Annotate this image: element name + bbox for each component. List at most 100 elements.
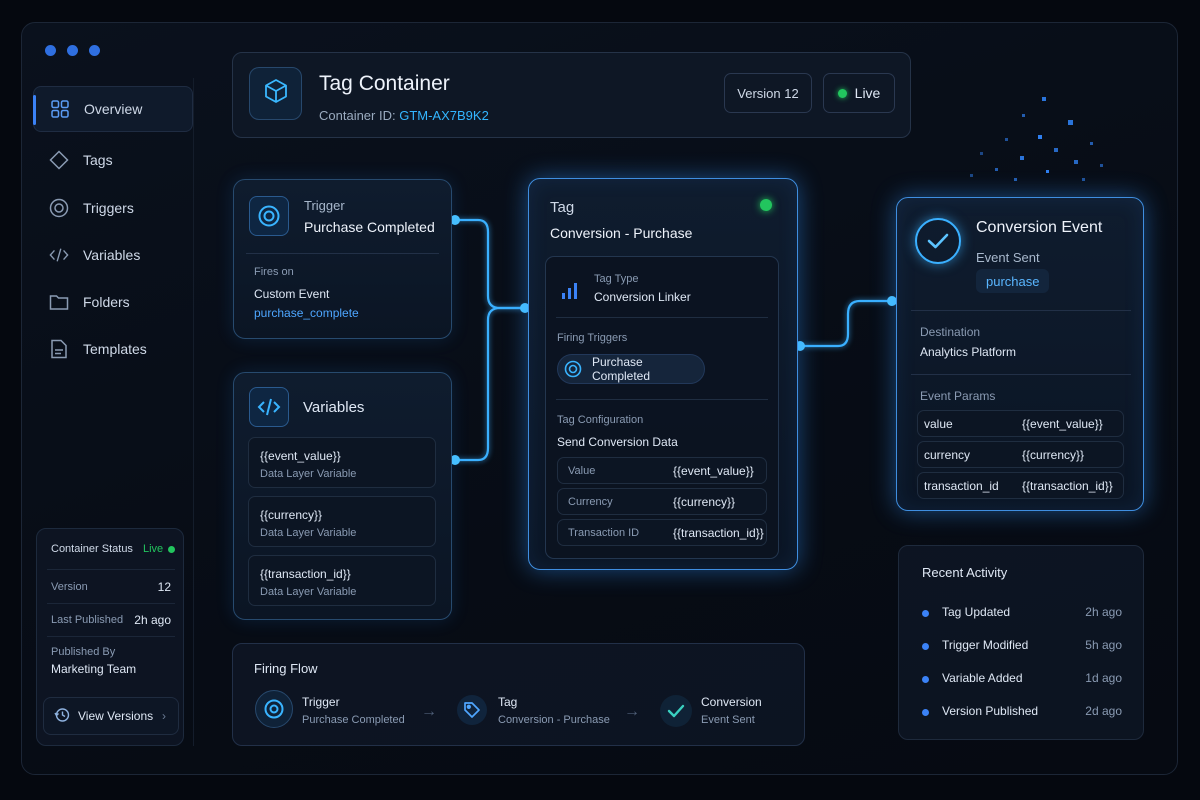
flow-step-title: Trigger bbox=[302, 695, 340, 709]
fires-on-value: Custom Event bbox=[254, 287, 330, 301]
live-status-badge[interactable]: Live bbox=[823, 73, 895, 113]
tag-details-panel: Tag Type Conversion Linker Firing Trigge… bbox=[545, 256, 779, 559]
divider bbox=[911, 374, 1131, 375]
variable-name: {{event_value}} bbox=[260, 449, 341, 463]
version-value: 12 bbox=[157, 580, 171, 594]
conversion-event-card[interactable]: Conversion Event Event Sent purchase Des… bbox=[896, 197, 1144, 511]
target-icon bbox=[249, 196, 289, 236]
container-id: Container ID: GTM-AX7B9K2 bbox=[319, 108, 489, 123]
flow-step-sub: Conversion - Purchase bbox=[498, 714, 610, 726]
param-key: Transaction ID bbox=[568, 527, 640, 539]
activity-label: Tag Updated bbox=[942, 605, 1011, 619]
event-param-row: value {{event_value}} bbox=[917, 410, 1124, 437]
status-live-text: Live bbox=[143, 543, 164, 555]
conversion-title: Conversion Event bbox=[976, 219, 1103, 236]
cube-icon bbox=[262, 77, 290, 110]
divider bbox=[246, 253, 439, 254]
target-icon bbox=[49, 198, 69, 218]
window-dot-1[interactable] bbox=[45, 45, 56, 56]
version-badge[interactable]: Version 12 bbox=[724, 73, 812, 113]
activity-item[interactable]: Tag Updated 2h ago bbox=[922, 605, 1122, 623]
divider bbox=[556, 399, 768, 400]
sidebar-item-folders[interactable]: Folders bbox=[33, 279, 193, 325]
firing-triggers-label: Firing Triggers bbox=[557, 332, 628, 344]
container-status-panel: Container Status Live Version 12 Last Pu… bbox=[36, 528, 184, 746]
variable-item[interactable]: {{event_value}} Data Layer Variable bbox=[248, 437, 436, 488]
tag-param-row: Transaction ID {{transaction_id}} bbox=[557, 519, 767, 546]
page-title: Tag Container bbox=[319, 72, 450, 95]
view-versions-button[interactable]: View Versions › bbox=[43, 697, 179, 735]
tag-type-value: Conversion Linker bbox=[594, 290, 691, 304]
activity-label: Variable Added bbox=[942, 671, 1023, 685]
last-published-label: Last Published bbox=[51, 614, 124, 626]
trigger-name: Purchase Completed bbox=[304, 219, 435, 235]
recent-activity-panel: Recent Activity Tag Updated 2h ago Trigg… bbox=[898, 545, 1144, 740]
event-chip[interactable]: purchase bbox=[976, 269, 1050, 293]
event-param-row: transaction_id {{transaction_id}} bbox=[917, 472, 1124, 499]
variable-item[interactable]: {{currency}} Data Layer Variable bbox=[248, 496, 436, 547]
status-live-badge: Live bbox=[143, 543, 176, 555]
activity-time: 5h ago bbox=[1085, 638, 1122, 652]
flow-step-title: Conversion bbox=[701, 695, 762, 709]
firing-flow-title: Firing Flow bbox=[254, 661, 318, 676]
firing-trigger-chip[interactable]: Purchase Completed bbox=[557, 354, 705, 384]
target-icon bbox=[255, 690, 293, 728]
tag-param-row: Value {{event_value}} bbox=[557, 457, 767, 484]
param-key: Value bbox=[568, 465, 596, 477]
param-key: Currency bbox=[568, 496, 613, 508]
sidebar-item-tags[interactable]: Tags bbox=[33, 137, 193, 183]
variable-name: {{transaction_id}} bbox=[260, 567, 351, 581]
tag-card[interactable]: Tag Conversion - Purchase Tag Type Conve… bbox=[528, 178, 798, 570]
sidebar-item-label: Variables bbox=[83, 247, 141, 263]
bar-chart-icon bbox=[560, 281, 580, 306]
variables-title: Variables bbox=[303, 399, 365, 416]
divider bbox=[47, 603, 175, 604]
activity-time: 1d ago bbox=[1085, 671, 1122, 685]
activity-item[interactable]: Version Published 2d ago bbox=[922, 704, 1122, 722]
sidebar-item-triggers[interactable]: Triggers bbox=[33, 185, 193, 231]
destination-value: Analytics Platform bbox=[920, 345, 1017, 359]
sidebar-item-templates[interactable]: Templates bbox=[33, 326, 193, 372]
window-dot-2[interactable] bbox=[67, 45, 78, 56]
param-key: transaction_id bbox=[924, 479, 999, 493]
published-by-label: Published By bbox=[51, 646, 116, 658]
tag-param-row: Currency {{currency}} bbox=[557, 488, 767, 515]
tag-status-dot bbox=[760, 199, 772, 211]
destination-label: Destination bbox=[920, 325, 981, 339]
activity-time: 2h ago bbox=[1085, 605, 1122, 619]
sidebar-item-label: Folders bbox=[83, 294, 130, 310]
container-id-value[interactable]: GTM-AX7B9K2 bbox=[399, 108, 489, 123]
tag-config-label: Tag Configuration bbox=[557, 414, 644, 426]
container-logo bbox=[249, 67, 302, 120]
version-label: Version bbox=[51, 581, 88, 593]
view-versions-label: View Versions bbox=[78, 709, 154, 723]
trigger-card[interactable]: Trigger Purchase Completed Fires on Cust… bbox=[233, 179, 452, 339]
sidebar-item-overview[interactable]: Overview bbox=[33, 86, 193, 132]
activity-label: Trigger Modified bbox=[942, 638, 1029, 652]
divider bbox=[47, 569, 175, 570]
sidebar-item-label: Templates bbox=[83, 341, 147, 357]
sidebar-item-label: Overview bbox=[84, 101, 143, 117]
param-value: {{currency}} bbox=[673, 495, 736, 509]
container-id-label: Container ID: bbox=[319, 108, 396, 123]
variable-name: {{currency}} bbox=[260, 508, 323, 522]
activity-dot-icon bbox=[922, 709, 929, 716]
flow-step-sub: Event Sent bbox=[701, 714, 755, 726]
activity-item[interactable]: Variable Added 1d ago bbox=[922, 671, 1122, 689]
live-dot-icon bbox=[168, 545, 176, 553]
particles-decoration bbox=[970, 97, 1103, 181]
variables-card[interactable]: Variables {{event_value}} Data Layer Var… bbox=[233, 372, 452, 620]
param-value: {{event_value}} bbox=[1022, 417, 1103, 431]
sidebar-item-variables[interactable]: Variables bbox=[33, 232, 193, 278]
activity-dot-icon bbox=[922, 676, 929, 683]
firing-flow-panel: Firing Flow Trigger Purchase Completed →… bbox=[232, 643, 805, 746]
param-key: value bbox=[924, 417, 953, 431]
firing-trigger-name: Purchase Completed bbox=[591, 355, 651, 383]
published-by-value: Marketing Team bbox=[51, 662, 137, 676]
activity-dot-icon bbox=[922, 643, 929, 650]
variable-item[interactable]: {{transaction_id}} Data Layer Variable bbox=[248, 555, 436, 606]
activity-item[interactable]: Trigger Modified 5h ago bbox=[922, 638, 1122, 656]
window-dot-3[interactable] bbox=[89, 45, 100, 56]
recent-activity-title: Recent Activity bbox=[922, 565, 1008, 580]
divider bbox=[556, 317, 768, 318]
